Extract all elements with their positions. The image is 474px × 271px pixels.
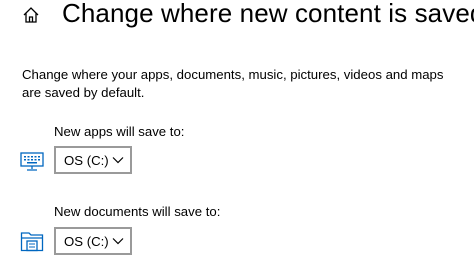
folder-document-icon [20, 232, 44, 252]
page-title: Change where new content is saved [62, 0, 474, 28]
home-icon[interactable] [22, 6, 40, 24]
new-apps-dropdown[interactable]: OS (C:) [54, 146, 132, 174]
page-description: Change where your apps, documents, music… [22, 67, 444, 100]
new-documents-selected-value: OS (C:) [64, 233, 109, 249]
new-apps-label: New apps will save to: [54, 124, 185, 139]
new-apps-selected-value: OS (C:) [64, 152, 109, 168]
new-documents-label: New documents will save to: [54, 204, 221, 219]
chevron-down-icon [112, 157, 124, 164]
monitor-keyboard-icon [20, 152, 44, 171]
new-documents-dropdown[interactable]: OS (C:) [54, 227, 132, 255]
chevron-down-icon [112, 238, 124, 245]
